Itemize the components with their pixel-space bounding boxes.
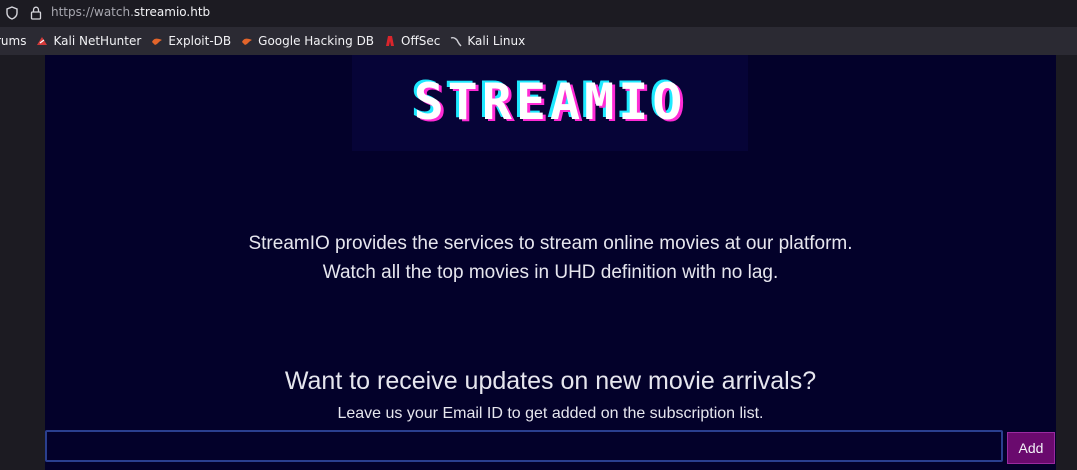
address-text[interactable]: https://watch.streamio.htb [51,5,210,19]
url-prefix: https://watch. [51,5,134,19]
lock-icon[interactable] [30,6,42,20]
ghdb-icon [241,35,253,47]
streamio-logo: STREAMIO [413,73,687,131]
tagline: StreamIO provides the services to stream… [45,229,1056,287]
bookmark-exploit-db[interactable]: Exploit-DB [151,34,231,48]
bookmark-offsec[interactable]: OffSec [384,34,440,48]
email-field[interactable] [45,430,1003,462]
bookmark-label: Kali Linux [467,34,526,48]
bookmark-label: Kali NetHunter [53,34,142,48]
bookmark-label: Exploit-DB [168,34,232,48]
bookmark-kali-nethunter[interactable]: Kali NetHunter [36,34,141,48]
exploitdb-icon [151,35,163,47]
url-bar[interactable]: https://watch.streamio.htb [0,0,1077,27]
offsec-icon [384,35,396,47]
bookmark-google-hacking-db[interactable]: Google Hacking DB [241,34,374,48]
add-button[interactable]: Add [1007,432,1055,464]
bookmark-label: rums [0,34,27,48]
bookmarks-toolbar: rums Kali NetHunter Exploit-DB Google Ha… [0,27,1077,55]
url-host: streamio.htb [133,5,211,19]
bookmark-forums[interactable]: rums [0,34,26,48]
bookmark-label: OffSec [401,34,441,48]
logo-banner: STREAMIO [352,55,748,151]
bookmark-label: Google Hacking DB [258,34,375,48]
nethunter-icon [36,35,48,47]
tagline-line-1: StreamIO provides the services to stream… [248,233,853,254]
subscribe-title: Want to receive updates on new movie arr… [284,367,817,395]
streamio-page: STREAMIO StreamIO provides the services … [45,55,1056,470]
browser-viewport: STREAMIO StreamIO provides the services … [0,55,1077,470]
kali-dragon-icon [450,35,462,47]
bookmark-kali-linux[interactable]: Kali Linux [450,34,525,48]
subscribe-subtitle: Leave us your Email ID to get added on t… [337,405,764,422]
tagline-line-2: Watch all the top movies in UHD definiti… [322,262,779,283]
tracking-shield-icon[interactable] [5,6,19,20]
